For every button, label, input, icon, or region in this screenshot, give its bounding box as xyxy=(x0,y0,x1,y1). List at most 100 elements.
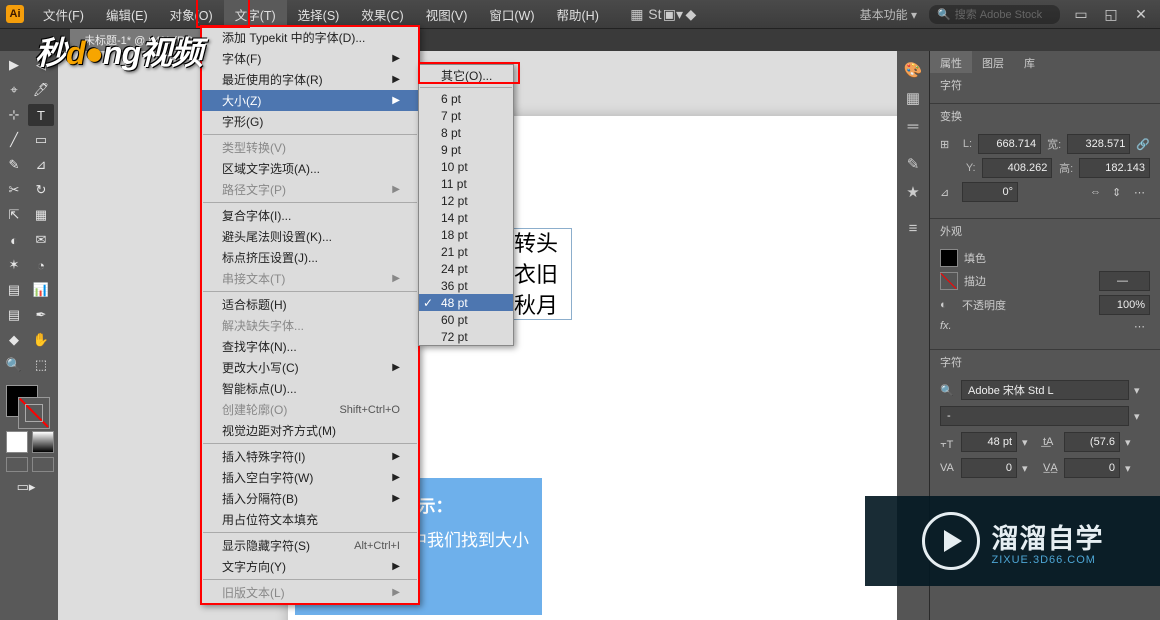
menu-item[interactable]: 字体(F)▶ xyxy=(202,48,418,69)
menu-item[interactable]: 插入空白字符(W)▶ xyxy=(202,467,418,488)
flip-v-icon[interactable]: ⇕ xyxy=(1112,185,1128,199)
dropdown-arrow-icon[interactable]: ▾ xyxy=(1134,409,1150,423)
size-option[interactable]: 12 pt xyxy=(419,192,513,209)
menu-item[interactable]: 避头尾法则设置(K)... xyxy=(202,226,418,247)
stroke-panel-icon[interactable]: ═ xyxy=(903,117,923,135)
menu-item[interactable]: 插入分隔符(B)▶ xyxy=(202,488,418,509)
menu-item[interactable]: 字形(G) xyxy=(202,111,418,132)
tool-21[interactable]: ✒ xyxy=(28,304,54,326)
tool-2[interactable]: ⌖ xyxy=(1,79,27,101)
leading-input[interactable]: (57.6 xyxy=(1064,432,1120,452)
w-input[interactable]: 328.571 xyxy=(1067,134,1130,154)
tool-5[interactable]: T xyxy=(28,104,54,126)
tool-17[interactable]: ◔ xyxy=(28,254,54,276)
menu-item[interactable]: 文字方向(Y)▶ xyxy=(202,556,418,577)
stroke-weight[interactable]: — xyxy=(1099,271,1150,291)
tool-24[interactable]: 🔍 xyxy=(1,354,27,376)
h-input[interactable]: 182.143 xyxy=(1079,158,1150,178)
workspace-switcher[interactable]: 基本功能 ▾ xyxy=(860,6,917,23)
tab-layers[interactable]: 图层 xyxy=(972,51,1014,73)
tool-0[interactable]: ▶ xyxy=(1,54,27,76)
x-input[interactable]: 668.714 xyxy=(978,134,1041,154)
window-minimize-icon[interactable]: ▭ xyxy=(1072,6,1090,22)
tab-libraries[interactable]: 库 xyxy=(1014,51,1045,73)
more-icon-2[interactable]: ⋯ xyxy=(1134,319,1150,333)
graph-panel-icon[interactable]: ≡ xyxy=(903,219,923,237)
tool-6[interactable]: ╱ xyxy=(1,129,27,151)
flip-h-icon[interactable]: ⇔ xyxy=(1090,185,1106,199)
menu-帮助(H)[interactable]: 帮助(H) xyxy=(546,0,610,29)
size-option[interactable]: ✓48 pt xyxy=(419,294,513,311)
font-style[interactable]: - xyxy=(940,406,1129,426)
menu-item[interactable]: 复合字体(I)... xyxy=(202,205,418,226)
more-icon[interactable]: ⋯ xyxy=(1134,185,1150,199)
size-option[interactable]: 其它(O)... xyxy=(419,65,513,85)
tool-13[interactable]: ▦ xyxy=(28,204,54,226)
reference-point-icon[interactable]: ⊞ xyxy=(940,137,953,151)
angle-input[interactable]: 0° xyxy=(962,182,1018,202)
tool-3[interactable]: 🖊 xyxy=(28,79,54,101)
size-option[interactable]: 11 pt xyxy=(419,175,513,192)
size-option[interactable]: 36 pt xyxy=(419,277,513,294)
tool-11[interactable]: ↻ xyxy=(28,179,54,201)
tool-20[interactable]: ▤ xyxy=(1,304,27,326)
draw-mode-normal[interactable] xyxy=(6,457,28,472)
brush-panel-icon[interactable]: ✎ xyxy=(903,155,923,173)
tool-9[interactable]: ⊿ xyxy=(28,154,54,176)
menu-item[interactable]: 视觉边距对齐方式(M) xyxy=(202,420,418,441)
arrange-icon[interactable]: ▣▾ xyxy=(664,6,682,22)
menu-item[interactable]: 大小(Z)▶ xyxy=(202,90,418,111)
bridge-icon[interactable]: ▦ xyxy=(628,6,646,22)
search-input[interactable]: 🔍搜索 Adobe Stock xyxy=(929,5,1060,24)
tool-23[interactable]: ✋ xyxy=(28,329,54,351)
tool-19[interactable]: 📊 xyxy=(28,279,54,301)
size-option[interactable]: 6 pt xyxy=(419,90,513,107)
gpu-icon[interactable]: ◆ xyxy=(682,6,700,22)
menu-视图(V)[interactable]: 视图(V) xyxy=(415,0,479,29)
y-input[interactable]: 408.262 xyxy=(982,158,1053,178)
menu-item[interactable]: 用占位符文本填充 xyxy=(202,509,418,530)
tab-properties[interactable]: 属性 xyxy=(930,51,972,73)
draw-mode-behind[interactable] xyxy=(32,457,54,472)
dropdown-arrow-icon[interactable]: ▾ xyxy=(1134,383,1150,397)
size-option[interactable]: 14 pt xyxy=(419,209,513,226)
link-icon[interactable]: 🔗 xyxy=(1136,137,1150,151)
menu-item[interactable]: 插入特殊字符(I)▶ xyxy=(202,446,418,467)
tool-4[interactable]: ⊹ xyxy=(1,104,27,126)
tool-10[interactable]: ✂ xyxy=(1,179,27,201)
tool-22[interactable]: ◆ xyxy=(1,329,27,351)
tool-15[interactable]: ✉ xyxy=(28,229,54,251)
menu-item[interactable]: 区域文字选项(A)... xyxy=(202,158,418,179)
sw-gradient[interactable] xyxy=(32,431,54,453)
font-size-input[interactable]: 48 pt xyxy=(961,432,1017,452)
size-option[interactable]: 21 pt xyxy=(419,243,513,260)
fx-icon[interactable]: fx. xyxy=(940,319,956,333)
color-swatches[interactable] xyxy=(6,385,50,429)
stock-icon[interactable]: St xyxy=(646,6,664,22)
size-option[interactable]: 72 pt xyxy=(419,328,513,345)
fill-swatch[interactable] xyxy=(940,249,958,267)
menu-item[interactable]: 显示隐藏字符(S)Alt+Ctrl+I xyxy=(202,535,418,556)
window-maximize-icon[interactable]: ◱ xyxy=(1102,6,1120,22)
tracking-input[interactable]: 0 xyxy=(1064,458,1120,478)
menu-item[interactable]: 更改大小写(C)▶ xyxy=(202,357,418,378)
size-option[interactable]: 60 pt xyxy=(419,311,513,328)
size-option[interactable]: 7 pt xyxy=(419,107,513,124)
size-option[interactable]: 8 pt xyxy=(419,124,513,141)
menu-编辑(E)[interactable]: 编辑(E) xyxy=(95,0,159,29)
menu-文件(F)[interactable]: 文件(F) xyxy=(32,0,95,29)
symbols-panel-icon[interactable]: ★ xyxy=(903,183,923,201)
color-panel-icon[interactable]: 🎨 xyxy=(903,61,923,79)
menu-item[interactable]: 适合标题(H) xyxy=(202,294,418,315)
menu-item[interactable]: 智能标点(U)... xyxy=(202,378,418,399)
menu-item[interactable]: 最近使用的字体(R)▶ xyxy=(202,69,418,90)
stroke-swatch[interactable] xyxy=(940,272,958,290)
menu-item[interactable]: 查找字体(N)... xyxy=(202,336,418,357)
window-close-icon[interactable]: ✕ xyxy=(1132,6,1150,22)
size-option[interactable]: 24 pt xyxy=(419,260,513,277)
tool-25[interactable]: ⬚ xyxy=(28,354,54,376)
swatches-panel-icon[interactable]: ▦ xyxy=(903,89,923,107)
size-option[interactable]: 18 pt xyxy=(419,226,513,243)
font-family[interactable]: Adobe 宋体 Std L xyxy=(961,380,1129,400)
size-option[interactable]: 10 pt xyxy=(419,158,513,175)
